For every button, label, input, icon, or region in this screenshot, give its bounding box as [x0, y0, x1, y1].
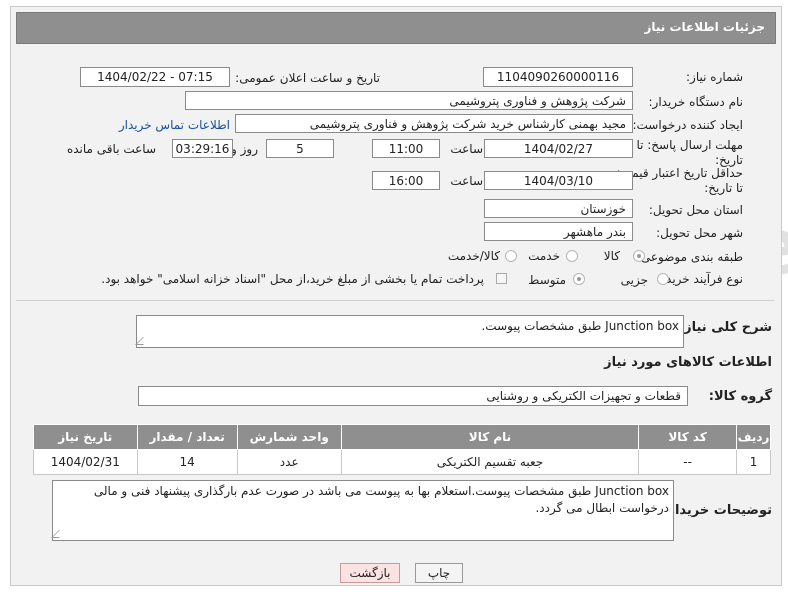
validity-date-field[interactable]: 1404/03/10: [484, 171, 633, 190]
divider: [16, 300, 774, 301]
process-medium-radio[interactable]: [573, 273, 585, 285]
process-minor-label: جزیی: [620, 273, 648, 287]
back-button[interactable]: بازگشت: [340, 563, 400, 583]
deadline-time-field[interactable]: 11:00: [372, 139, 440, 158]
page-header: جزئیات اطلاعات نیاز: [16, 12, 776, 44]
buyer-field[interactable]: شرکت پژوهش و فناوری پتروشیمی: [185, 91, 633, 110]
cell-code: --: [638, 449, 738, 475]
resize-grip-icon[interactable]: [135, 337, 151, 345]
buyer-label: نام دستگاه خریدار:: [648, 95, 744, 109]
category-both-radio[interactable]: [505, 250, 517, 262]
category-goods-radio[interactable]: [633, 250, 645, 262]
process-label: نوع فرآیند خرید :: [658, 272, 743, 286]
table-row[interactable]: 1 -- جعبه تقسیم الکتریکی عدد 14 1404/02/…: [33, 449, 771, 475]
col-code: کد کالا: [638, 424, 738, 450]
process-minor-radio[interactable]: [657, 273, 669, 285]
province-label: استان محل تحویل:: [648, 203, 743, 217]
deadline-label: مهلت ارسال پاسخ: تا تاریخ:: [636, 138, 743, 167]
notes-field[interactable]: Junction box طبق مشخصات پیوست.استعلام به…: [51, 480, 674, 541]
days-label: روز و: [231, 142, 258, 156]
deadline-time-label: ساعت: [450, 142, 483, 156]
city-label: شهر محل تحویل:: [656, 226, 743, 240]
cell-unit: عدد: [236, 449, 342, 475]
description-text: Junction box طبق مشخصات پیوست.: [481, 319, 679, 333]
cell-name: جعبه تقسیم الکتریکی: [340, 449, 640, 475]
cell-date: 1404/02/31: [33, 449, 138, 475]
goods-table-header: ردیف کد کالا نام کالا واحد شمارش تعداد /…: [33, 424, 771, 450]
col-row: ردیف: [736, 424, 771, 450]
description-field[interactable]: Junction box طبق مشخصات پیوست.: [135, 315, 684, 348]
notes-text: Junction box طبق مشخصات پیوست.استعلام به…: [93, 484, 669, 515]
treasury-payment-note: پرداخت تمام یا بخشی از مبلغ خرید،از محل …: [101, 272, 484, 286]
validity-time-label: ساعت: [450, 174, 483, 188]
treasury-payment-checkbox[interactable]: [496, 273, 507, 284]
creator-label: ایجاد کننده درخواست:: [632, 118, 743, 132]
col-name: نام کالا: [340, 424, 640, 450]
need-number-label: شماره نیاز:: [686, 70, 743, 84]
need-number-field[interactable]: 1104090260000116: [483, 67, 633, 87]
goods-table: ردیف کد کالا نام کالا واحد شمارش تعداد /…: [33, 424, 771, 475]
days-field[interactable]: 5: [266, 139, 334, 158]
col-quantity: تعداد / مقدار: [136, 424, 238, 450]
print-button[interactable]: چاپ: [415, 563, 463, 583]
remaining-time-field[interactable]: 03:29:16: [172, 139, 233, 158]
validity-time-field[interactable]: 16:00: [372, 171, 440, 190]
buyer-contact-link[interactable]: اطلاعات تماس خریدار: [119, 118, 230, 132]
province-field[interactable]: خوزستان: [484, 199, 633, 218]
category-service-label: خدمت: [528, 249, 560, 263]
category-service-radio[interactable]: [566, 250, 578, 262]
col-unit: واحد شمارش: [236, 424, 342, 450]
category-goods-label: کالا: [603, 249, 620, 263]
remaining-label: ساعت باقی مانده: [66, 142, 156, 156]
goods-group-label: گروه کالا:: [708, 389, 772, 404]
page-title: جزئیات اطلاعات نیاز: [644, 20, 765, 34]
category-both-label: کالا/خدمت: [447, 249, 500, 263]
announce-label: تاریخ و ساعت اعلان عمومی:: [235, 71, 380, 85]
notes-label: توضیحات خریدار:: [662, 503, 772, 518]
cell-row: 1: [736, 449, 771, 475]
description-label: شرح کلی نیاز:: [678, 320, 772, 335]
goods-section-title: اطلاعات کالاهای مورد نیاز: [604, 355, 772, 370]
col-date: تاریخ نیاز: [33, 424, 138, 450]
category-label: طبقه بندی موضوعی:: [636, 250, 743, 264]
resize-grip-icon[interactable]: [51, 530, 67, 538]
goods-group-field[interactable]: قطعات و تجهیزات الکتریکی و روشنایی: [138, 386, 688, 406]
cell-quantity: 14: [136, 449, 238, 475]
process-medium-label: متوسط: [528, 273, 566, 287]
deadline-date-field[interactable]: 1404/02/27: [484, 139, 633, 158]
announce-field[interactable]: 1404/02/22 - 07:15: [80, 67, 230, 87]
city-field[interactable]: بندر ماهشهر: [484, 222, 633, 241]
creator-field[interactable]: مجید بهمنی کارشناس خرید شرکت پژوهش و فنا…: [235, 114, 633, 133]
